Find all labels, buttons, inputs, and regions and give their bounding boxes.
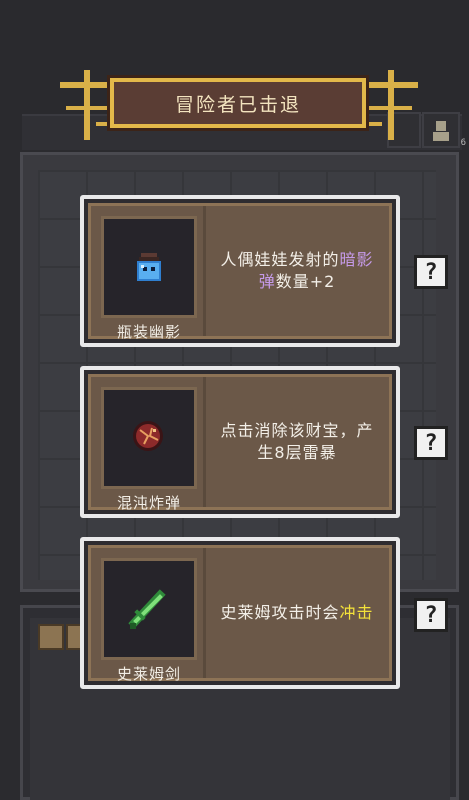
blue-bottle-icon — [137, 253, 161, 281]
item-icon-frame — [101, 216, 197, 318]
desc-text: 史莱姆攻击时会 — [220, 603, 340, 622]
resource-slot-b[interactable]: 6 — [422, 112, 466, 148]
card-body: 混沌炸弹 点击消除该财宝，产生8层雷暴 — [88, 374, 392, 512]
item-icon-frame — [101, 387, 197, 489]
banner-ornament-right — [368, 66, 418, 146]
help-icon: ? — [424, 602, 438, 628]
card-body: 瓶装幽影 人偶娃娃发射的暗影弹数量+2 — [88, 203, 392, 341]
adventurer-icon — [433, 121, 449, 141]
card-body: 史莱姆剑 史莱姆攻击时会冲击 — [88, 545, 392, 683]
chaos-bomb-icon — [133, 421, 163, 451]
item-name: 史莱姆剑 — [116, 664, 181, 683]
result-banner: 冒险者已击退 — [110, 78, 366, 128]
help-button[interactable]: ? — [414, 426, 448, 460]
item-description: 人偶娃娃发射的暗影弹数量+2 — [211, 206, 383, 336]
card-divider — [203, 377, 206, 507]
item-description: 点击消除该财宝，产生8层雷暴 — [211, 377, 383, 507]
help-button[interactable]: ? — [414, 255, 448, 289]
banner-title: 冒险者已击退 — [174, 93, 301, 116]
slime-sword-icon — [128, 589, 166, 629]
reward-card-2[interactable]: 混沌炸弹 点击消除该财宝，产生8层雷暴 — [80, 366, 400, 518]
item-name: 混沌炸弹 — [116, 493, 181, 512]
item-name: 瓶装幽影 — [116, 322, 181, 341]
desc-highlight: 冲击 — [339, 603, 374, 622]
banner-ornament-left — [60, 66, 110, 146]
reward-card-1[interactable]: 瓶装幽影 人偶娃娃发射的暗影弹数量+2 — [80, 195, 400, 347]
desc-text-after: 数量+2 — [275, 272, 336, 291]
reward-card-3[interactable]: 史莱姆剑 史莱姆攻击时会冲击 — [80, 537, 400, 689]
slot-b-count: 6 — [460, 138, 466, 148]
desc-text: 人偶娃娃发射的 — [220, 250, 340, 269]
inventory-tab-1[interactable] — [38, 624, 64, 650]
help-icon: ? — [424, 430, 438, 456]
help-icon: ? — [424, 259, 438, 285]
help-button[interactable]: ? — [414, 598, 448, 632]
desc-text: 点击消除该财宝，产生8层雷暴 — [220, 421, 374, 462]
card-divider — [203, 206, 206, 336]
item-icon-frame — [101, 558, 197, 660]
item-description: 史莱姆攻击时会冲击 — [211, 548, 383, 678]
card-divider — [203, 548, 206, 678]
